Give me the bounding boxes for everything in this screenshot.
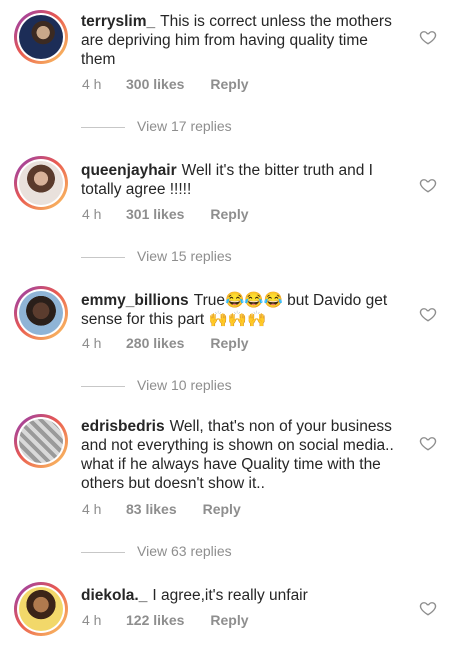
reply-button[interactable]: Reply [210, 335, 248, 351]
reply-button[interactable]: Reply [210, 612, 248, 628]
reply-button[interactable]: Reply [210, 206, 248, 222]
comment-text: edrisbedris Well, that's non of your busi… [81, 417, 403, 493]
comment-likes[interactable]: 300 likes [126, 76, 184, 92]
avatar[interactable] [14, 286, 68, 340]
comment-text: emmy_billions True😂😂😂 but Davido get sens… [81, 291, 403, 329]
heart-icon[interactable] [419, 599, 437, 617]
avatar[interactable] [14, 414, 68, 468]
comment-username[interactable]: queenjayhair [81, 162, 177, 179]
view-replies-label: View 10 replies [137, 377, 232, 393]
heart-icon[interactable] [419, 28, 437, 46]
view-replies-button[interactable]: View 17 replies [81, 118, 232, 134]
view-replies-button[interactable]: View 63 replies [81, 543, 232, 559]
view-replies-label: View 63 replies [137, 543, 232, 559]
comment-username[interactable]: edrisbedris [81, 418, 165, 435]
heart-icon[interactable] [419, 176, 437, 194]
comment-meta: 4 h 83 likes Reply [82, 501, 241, 517]
comment-username[interactable]: terryslim_ [81, 13, 155, 30]
comment-body: I agree,it's really unfair [152, 587, 308, 604]
view-replies-button[interactable]: View 15 replies [81, 248, 232, 264]
view-replies-label: View 15 replies [137, 248, 232, 264]
reply-button[interactable]: Reply [203, 501, 241, 517]
divider-line [81, 126, 125, 128]
comment-text: terryslim_ This is correct unless the mot… [81, 12, 403, 69]
view-replies-button[interactable]: View 10 replies [81, 377, 232, 393]
reply-button[interactable]: Reply [210, 76, 248, 92]
comment-text: diekola._ I agree,it's really unfair [81, 586, 403, 605]
comment-time: 4 h [82, 501, 102, 517]
comment-time: 4 h [82, 612, 102, 628]
heart-icon[interactable] [419, 305, 437, 323]
comment-time: 4 h [82, 206, 102, 222]
comment-time: 4 h [82, 76, 102, 92]
comment-meta: 4 h 300 likes Reply [82, 76, 249, 92]
comment-likes[interactable]: 83 likes [126, 501, 177, 517]
avatar[interactable] [14, 582, 68, 636]
comment-likes[interactable]: 122 likes [126, 612, 184, 628]
heart-icon[interactable] [419, 434, 437, 452]
comment-meta: 4 h 122 likes Reply [82, 612, 249, 628]
view-replies-label: View 17 replies [137, 118, 232, 134]
comment-username[interactable]: emmy_billions [81, 292, 189, 309]
divider-line [81, 256, 125, 258]
comment-likes[interactable]: 280 likes [126, 335, 184, 351]
avatar[interactable] [14, 10, 68, 64]
comment-meta: 4 h 280 likes Reply [82, 335, 249, 351]
comment-meta: 4 h 301 likes Reply [82, 206, 249, 222]
divider-line [81, 551, 125, 553]
comment-text: queenjayhair Well it's the bitter truth a… [81, 161, 403, 199]
comment-time: 4 h [82, 335, 102, 351]
comment-likes[interactable]: 301 likes [126, 206, 184, 222]
avatar[interactable] [14, 156, 68, 210]
divider-line [81, 385, 125, 387]
comment-username[interactable]: diekola._ [81, 587, 147, 604]
